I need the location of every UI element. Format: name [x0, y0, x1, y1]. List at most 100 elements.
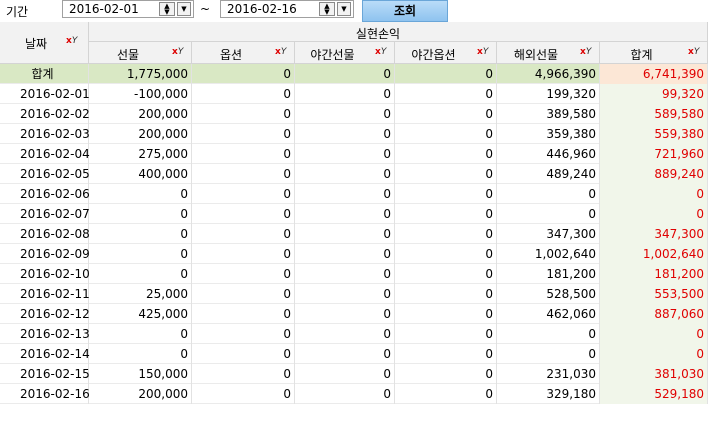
table-row[interactable]: 2016-02-13 0 0 0 0 0 0 [0, 324, 708, 344]
value-cell-futures: 0 [89, 344, 192, 364]
value-cell-overseas-futures: 181,200 [497, 264, 600, 284]
value-cell-night-options: 0 [395, 224, 497, 244]
value-cell-total: 721,960 [600, 144, 708, 164]
table-row[interactable]: 2016-02-06 0 0 0 0 0 0 [0, 184, 708, 204]
column-header-label: 야간옵션 [411, 48, 456, 62]
value-cell-night-futures: 0 [295, 104, 395, 124]
table-row[interactable]: 2016-02-12 425,000 0 0 0 462,060 887,060 [0, 304, 708, 324]
value-cell-total: 589,580 [600, 104, 708, 124]
value-cell-total: 0 [600, 344, 708, 364]
date-cell: 2016-02-10 [0, 264, 90, 284]
filter-icon[interactable]: xY [688, 47, 699, 57]
date-cell: 2016-02-14 [0, 344, 90, 364]
date-cell: 2016-02-12 [0, 304, 90, 324]
column-header-night-options[interactable]: 야간옵션 xY [395, 42, 497, 64]
table-row[interactable]: 2016-02-08 0 0 0 0 347,300 347,300 [0, 224, 708, 244]
table-row[interactable]: 2016-02-01 -100,000 0 0 0 199,320 99,320 [0, 84, 708, 104]
column-header-options[interactable]: 옵션 xY [192, 42, 295, 64]
column-header-label: 해외선물 [513, 48, 559, 62]
end-date-spin-icon[interactable]: ▲ ▼ [319, 2, 335, 16]
value-cell-futures: 275,000 [89, 144, 192, 164]
value-cell-night-options: 0 [395, 384, 497, 404]
value-cell-futures: 200,000 [89, 124, 192, 144]
value-cell-total: 6,741,390 [600, 64, 708, 84]
total-row[interactable]: 합계 1,775,000 0 0 0 4,966,390 6,741,390 [0, 64, 708, 84]
value-cell-options: 0 [192, 104, 295, 124]
pnl-grid: 날짜 xY 실현손익 선물 xY 옵션 xY 야간선물 xY 야간옵션 xY 해외선물 xY 합계 x… [0, 22, 708, 437]
table-row[interactable]: 2016-02-02 200,000 0 0 0 389,580 589,580 [0, 104, 708, 124]
value-cell-night-options: 0 [395, 284, 497, 304]
value-cell-total: 553,500 [600, 284, 708, 304]
value-cell-total: 529,180 [600, 384, 708, 404]
value-cell-night-futures: 0 [295, 64, 395, 84]
value-cell-total: 381,030 [600, 364, 708, 384]
value-cell-night-options: 0 [395, 344, 497, 364]
date-cell: 2016-02-09 [0, 244, 90, 264]
date-cell: 2016-02-02 [0, 104, 90, 124]
table-row[interactable]: 2016-02-03 200,000 0 0 0 359,380 559,380 [0, 124, 708, 144]
table-row[interactable]: 2016-02-11 25,000 0 0 0 528,500 553,500 [0, 284, 708, 304]
table-row[interactable]: 2016-02-09 0 0 0 0 1,002,640 1,002,640 [0, 244, 708, 264]
value-cell-options: 0 [192, 224, 295, 244]
value-cell-night-futures: 0 [295, 164, 395, 184]
value-cell-overseas-futures: 0 [497, 204, 600, 224]
value-cell-options: 0 [192, 264, 295, 284]
start-date-dropdown-icon[interactable]: ▼ [177, 2, 191, 16]
column-header-total[interactable]: 합계 xY [600, 42, 708, 64]
value-cell-overseas-futures: 389,580 [497, 104, 600, 124]
table-row[interactable]: 2016-02-07 0 0 0 0 0 0 [0, 204, 708, 224]
date-cell: 2016-02-08 [0, 224, 90, 244]
value-cell-overseas-futures: 462,060 [497, 304, 600, 324]
value-cell-night-options: 0 [395, 204, 497, 224]
table-row[interactable]: 2016-02-15 150,000 0 0 0 231,030 381,030 [0, 364, 708, 384]
total-label: 합계 [0, 64, 89, 84]
group-header: 실현손익 [89, 22, 708, 42]
value-cell-futures: -100,000 [89, 84, 192, 104]
table-row[interactable]: 2016-02-04 275,000 0 0 0 446,960 721,960 [0, 144, 708, 164]
value-cell-night-futures: 0 [295, 84, 395, 104]
value-cell-night-futures: 0 [295, 364, 395, 384]
value-cell-options: 0 [192, 124, 295, 144]
end-date-dropdown-icon[interactable]: ▼ [337, 2, 351, 16]
column-header-overseas-futures[interactable]: 해외선물 xY [497, 42, 600, 64]
value-cell-options: 0 [192, 204, 295, 224]
value-cell-night-options: 0 [395, 64, 497, 84]
value-cell-total: 347,300 [600, 224, 708, 244]
table-row[interactable]: 2016-02-10 0 0 0 0 181,200 181,200 [0, 264, 708, 284]
value-cell-night-futures: 0 [295, 204, 395, 224]
column-header-futures[interactable]: 선물 xY [89, 42, 192, 64]
value-cell-options: 0 [192, 344, 295, 364]
value-cell-futures: 25,000 [89, 284, 192, 304]
value-cell-night-options: 0 [395, 304, 497, 324]
value-cell-futures: 425,000 [89, 304, 192, 324]
date-cell: 2016-02-16 [0, 384, 90, 404]
value-cell-options: 0 [192, 384, 295, 404]
value-cell-futures: 400,000 [89, 164, 192, 184]
value-cell-options: 0 [192, 324, 295, 344]
value-cell-night-options: 0 [395, 264, 497, 284]
value-cell-night-options: 0 [395, 324, 497, 344]
date-cell: 2016-02-06 [0, 184, 90, 204]
value-cell-overseas-futures: 329,180 [497, 384, 600, 404]
date-cell: 2016-02-03 [0, 124, 90, 144]
start-date-field[interactable]: 2016-02-01 ▲ ▼ ▼ [62, 0, 194, 18]
table-row[interactable]: 2016-02-05 400,000 0 0 0 489,240 889,240 [0, 164, 708, 184]
value-cell-night-futures: 0 [295, 284, 395, 304]
toolbar: 기간 2016-02-01 ▲ ▼ ▼ ~ 2016-02-16 ▲ ▼ ▼ 조회 [0, 0, 708, 22]
value-cell-night-options: 0 [395, 84, 497, 104]
value-cell-futures: 0 [89, 184, 192, 204]
value-cell-overseas-futures: 489,240 [497, 164, 600, 184]
column-header-night-futures[interactable]: 야간선물 xY [295, 42, 395, 64]
value-cell-night-options: 0 [395, 144, 497, 164]
start-date-spin-icon[interactable]: ▲ ▼ [159, 2, 175, 16]
value-cell-options: 0 [192, 284, 295, 304]
column-header-label: 선물 [116, 48, 140, 62]
value-cell-night-options: 0 [395, 184, 497, 204]
value-cell-night-futures: 0 [295, 264, 395, 284]
value-cell-night-futures: 0 [295, 244, 395, 264]
table-row[interactable]: 2016-02-14 0 0 0 0 0 0 [0, 344, 708, 364]
table-row[interactable]: 2016-02-16 200,000 0 0 0 329,180 529,180 [0, 384, 708, 404]
query-button[interactable]: 조회 [362, 0, 448, 22]
end-date-field[interactable]: 2016-02-16 ▲ ▼ ▼ [220, 0, 354, 18]
value-cell-overseas-futures: 199,320 [497, 84, 600, 104]
